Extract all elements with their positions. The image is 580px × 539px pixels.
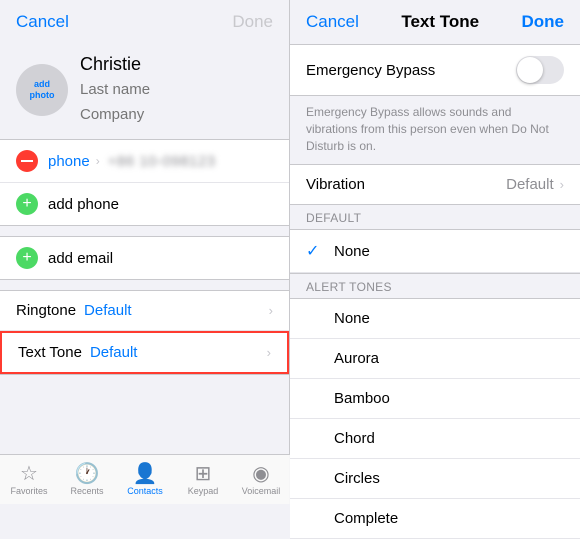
tone-chord-label: Chord xyxy=(334,430,375,447)
tone-bamboo[interactable]: Bamboo xyxy=(290,379,580,419)
ringtone-section: Ringtone Default › Text Tone Default › xyxy=(0,290,289,375)
vibration-value: Default xyxy=(506,176,554,193)
ringtone-label: Ringtone xyxy=(16,302,76,319)
ringtone-row[interactable]: Ringtone Default › xyxy=(0,291,289,331)
vibration-right: Default › xyxy=(506,176,564,193)
keypad-icon: ⊞ xyxy=(195,464,212,484)
add-phone-row[interactable]: add phone xyxy=(0,183,289,225)
tone-circles-label: Circles xyxy=(334,470,380,487)
tone-aurora[interactable]: Aurora xyxy=(290,339,580,379)
tab-favorites[interactable]: ☆ Favorites xyxy=(0,455,58,504)
tab-keypad[interactable]: ⊞ Keypad xyxy=(174,455,232,504)
ringtone-arrow-icon: › xyxy=(269,303,273,318)
cancel-button[interactable]: Cancel xyxy=(16,12,69,32)
add-photo-button[interactable]: add photo xyxy=(16,64,68,116)
default-section-header: DEFAULT xyxy=(290,205,580,229)
check-icon: ✓ xyxy=(306,241,326,261)
add-phone-label: add phone xyxy=(48,196,119,213)
tab-voicemail[interactable]: ◉ Voicemail xyxy=(232,455,290,504)
keypad-label: Keypad xyxy=(188,486,219,496)
email-section: add email xyxy=(0,236,289,280)
default-tone-list: ✓ None xyxy=(290,229,580,274)
phone-section: phone › +86 10-098123 add phone xyxy=(0,139,289,226)
company-field[interactable] xyxy=(80,102,279,127)
first-name-field[interactable]: Christie xyxy=(80,52,279,77)
tab-contacts[interactable]: 👤 Contacts xyxy=(116,455,174,504)
add-email-button[interactable] xyxy=(16,247,38,269)
right-title: Text Tone xyxy=(401,12,479,32)
right-done-button[interactable]: Done xyxy=(522,12,565,32)
left-nav: Cancel Done xyxy=(0,0,289,44)
recents-label: Recents xyxy=(70,486,103,496)
default-none-item[interactable]: ✓ None xyxy=(290,230,580,273)
ringtone-value: Default xyxy=(84,302,132,319)
texttone-arrow-icon: › xyxy=(267,345,271,360)
phone-expand-arrow: › xyxy=(96,154,100,168)
contacts-icon: 👤 xyxy=(133,464,158,484)
tone-circles[interactable]: Circles xyxy=(290,459,580,499)
emergency-bypass-section: Emergency Bypass xyxy=(290,44,580,96)
tab-bar: ☆ Favorites 🕐 Recents 👤 Contacts ⊞ Keypa… xyxy=(0,454,290,504)
default-none-label: None xyxy=(334,243,370,260)
phone-row[interactable]: phone › +86 10-098123 xyxy=(0,140,289,183)
tone-chord[interactable]: Chord xyxy=(290,419,580,459)
tone-complete[interactable]: Complete xyxy=(290,499,580,539)
gap1 xyxy=(0,226,289,236)
toggle-knob xyxy=(517,57,543,83)
tab-recents[interactable]: 🕐 Recents xyxy=(58,455,116,504)
remove-phone-button[interactable] xyxy=(16,150,38,172)
tone-complete-label: Complete xyxy=(334,510,398,527)
recents-icon: 🕐 xyxy=(75,464,100,484)
contact-header: add photo Christie xyxy=(0,44,289,139)
bypass-label: Emergency Bypass xyxy=(306,62,435,79)
tone-none-label: None xyxy=(334,310,370,327)
add-phone-button[interactable] xyxy=(16,193,38,215)
phone-number[interactable]: +86 10-098123 xyxy=(108,153,273,170)
bypass-row: Emergency Bypass xyxy=(290,45,580,95)
bypass-toggle[interactable] xyxy=(516,56,564,84)
last-name-field[interactable] xyxy=(80,77,279,102)
done-button[interactable]: Done xyxy=(232,12,273,32)
alert-tone-list: None Aurora Bamboo Chord Circles Complet… xyxy=(290,298,580,539)
contacts-label: Contacts xyxy=(127,486,163,496)
favorites-label: Favorites xyxy=(10,486,47,496)
texttone-value: Default xyxy=(90,344,138,361)
right-cancel-button[interactable]: Cancel xyxy=(306,12,359,32)
texttone-left: Text Tone Default xyxy=(18,344,137,361)
vibration-label: Vibration xyxy=(306,176,365,193)
vibration-row[interactable]: Vibration Default › xyxy=(290,164,580,205)
add-photo-line1: add xyxy=(34,79,50,90)
texttone-label: Text Tone xyxy=(18,344,82,361)
voicemail-label: Voicemail xyxy=(242,486,281,496)
tone-bamboo-label: Bamboo xyxy=(334,390,390,407)
vibration-arrow-icon: › xyxy=(560,177,564,192)
ringtone-left: Ringtone Default xyxy=(16,302,132,319)
voicemail-icon: ◉ xyxy=(252,464,269,484)
add-email-label: add email xyxy=(48,250,113,267)
tone-none[interactable]: None xyxy=(290,299,580,339)
add-email-row[interactable]: add email xyxy=(0,237,289,279)
left-panel: Cancel Done add photo Christie phone › +… xyxy=(0,0,290,504)
add-photo-line2: photo xyxy=(30,90,55,101)
right-panel: Cancel Text Tone Done Emergency Bypass E… xyxy=(290,0,580,504)
texttone-row[interactable]: Text Tone Default › xyxy=(0,331,289,374)
favorites-icon: ☆ xyxy=(20,464,38,484)
bypass-description: Emergency Bypass allows sounds and vibra… xyxy=(290,96,580,164)
phone-label: phone xyxy=(48,153,90,170)
right-nav: Cancel Text Tone Done xyxy=(290,0,580,44)
tone-aurora-label: Aurora xyxy=(334,350,379,367)
contact-fields: Christie xyxy=(80,52,279,127)
alert-section-header: ALERT TONES xyxy=(290,274,580,298)
